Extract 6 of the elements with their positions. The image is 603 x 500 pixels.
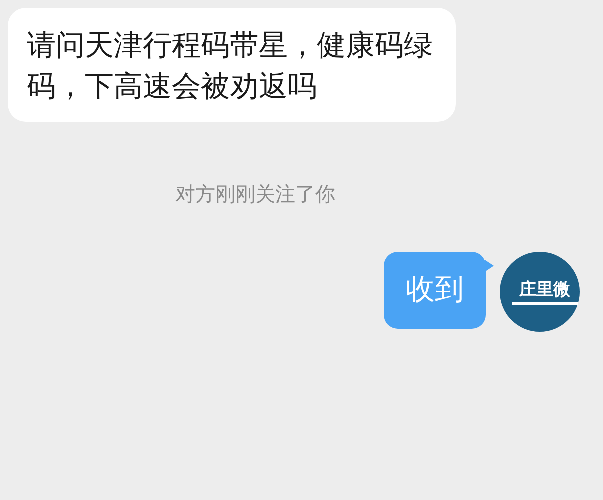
message-bubble: 请问天津行程码带星，健康码绿码，下高速会被劝返吗 [8,8,456,122]
avatar[interactable]: 庄里微 [500,252,580,332]
message-bubble: 收到 [384,252,486,329]
system-notice: 对方刚刚关注了你 [176,183,336,208]
avatar-logo-text: 庄里微 [512,280,578,304]
bubble-tail [485,260,494,272]
